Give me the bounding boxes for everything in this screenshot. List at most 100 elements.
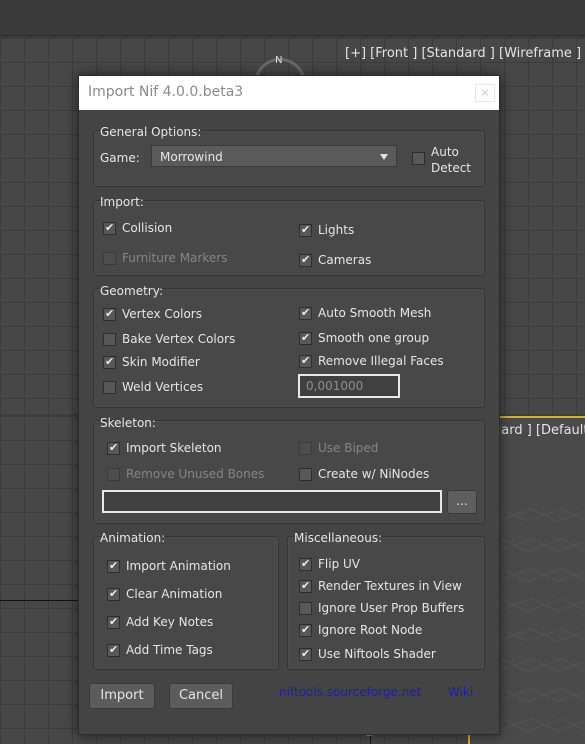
checkbox-box <box>299 441 312 455</box>
weld-threshold-input[interactable]: 0,001000 <box>298 374 400 398</box>
flip-uv-label: Flip UV <box>318 557 360 571</box>
game-select[interactable]: Morrowind <box>151 145 397 167</box>
ignore-user-prop-buffers-label: Ignore User Prop Buffers <box>318 601 465 615</box>
ignore-root-node-label: Ignore Root Node <box>318 623 423 637</box>
game-label: Game: <box>100 151 140 165</box>
import-skeleton-checkbox[interactable]: Import Skeleton <box>107 441 222 455</box>
checkbox-box <box>299 354 312 368</box>
checkbox-box <box>299 579 312 593</box>
horizon-line <box>0 600 80 601</box>
checkbox-box <box>107 559 120 573</box>
chevron-down-icon <box>380 154 388 160</box>
skeleton-path-input[interactable] <box>102 490 442 513</box>
close-button[interactable]: × <box>475 84 495 102</box>
use-niftools-shader-checkbox[interactable]: Use Niftools Shader <box>299 647 436 661</box>
checkbox-box <box>107 643 120 657</box>
remove-illegal-faces-checkbox[interactable]: Remove Illegal Faces <box>299 354 444 368</box>
add-time-tags-label: Add Time Tags <box>126 643 213 657</box>
checkbox-box <box>412 152 425 165</box>
checkbox-box <box>299 306 312 320</box>
checkbox-box <box>107 615 120 629</box>
remove-unused-bones-label: Remove Unused Bones <box>126 467 265 481</box>
import-animation-checkbox[interactable]: Import Animation <box>107 559 231 573</box>
flip-uv-checkbox[interactable]: Flip UV <box>299 557 360 571</box>
skin-modifier-checkbox[interactable]: Skin Modifier <box>103 355 200 369</box>
weld-vertices-label: Weld Vertices <box>122 380 204 394</box>
ignore-user-prop-buffers-checkbox[interactable]: Ignore User Prop Buffers <box>299 601 464 615</box>
add-key-notes-checkbox[interactable]: Add Key Notes <box>107 615 213 629</box>
lights-label: Lights <box>318 223 355 237</box>
dialog-title: Import Nif 4.0.0.beta3 <box>88 84 244 100</box>
viewcube-north-label: N <box>275 55 283 66</box>
skin-modifier-label: Skin Modifier <box>122 355 200 369</box>
use-niftools-shader-label: Use Niftools Shader <box>318 647 436 661</box>
vertex-colors-checkbox[interactable]: Vertex Colors <box>103 307 202 321</box>
clear-animation-label: Clear Animation <box>126 587 223 601</box>
render-textures-in-view-checkbox[interactable]: Render Textures in View <box>299 579 462 593</box>
smooth-one-group-checkbox[interactable]: Smooth one group <box>299 331 429 345</box>
add-key-notes-label: Add Key Notes <box>126 615 214 629</box>
bake-vertex-colors-checkbox[interactable]: Bake Vertex Colors <box>103 332 235 346</box>
import-group-label: Import: <box>100 195 144 209</box>
animation-group-label: Animation: <box>100 531 166 545</box>
auto-smooth-mesh-label: Auto Smooth Mesh <box>318 306 432 320</box>
auto-detect-checkbox[interactable]: Auto Detect <box>412 144 471 176</box>
general-options-label: General Options: <box>100 125 202 139</box>
auto-smooth-mesh-checkbox[interactable]: Auto Smooth Mesh <box>299 306 431 320</box>
weld-vertices-checkbox[interactable]: Weld Vertices <box>103 380 203 394</box>
collision-checkbox[interactable]: Collision <box>103 221 172 235</box>
furniture-markers-label: Furniture Markers <box>122 251 228 265</box>
import-animation-label: Import Animation <box>126 559 231 573</box>
clear-animation-checkbox[interactable]: Clear Animation <box>107 587 222 601</box>
checkbox-box <box>299 647 312 661</box>
cameras-checkbox[interactable]: Cameras <box>299 253 371 267</box>
checkbox-box <box>103 380 116 394</box>
add-time-tags-checkbox[interactable]: Add Time Tags <box>107 643 213 657</box>
collision-label: Collision <box>122 221 173 235</box>
perspective-viewport-label[interactable]: dard ] [Default <box>493 423 585 438</box>
checkbox-box <box>103 332 116 346</box>
checkbox-box <box>299 253 312 267</box>
checkbox-box <box>107 467 120 481</box>
import-button[interactable]: Import <box>89 683 155 709</box>
create-w-ninodes-label: Create w/ NiNodes <box>318 467 430 481</box>
checkbox-box <box>299 557 312 571</box>
dialog-titlebar[interactable]: Import Nif 4.0.0.beta3 × <box>79 76 499 110</box>
checkbox-box <box>103 307 116 321</box>
cameras-label: Cameras <box>318 253 372 267</box>
lights-checkbox[interactable]: Lights <box>299 223 354 237</box>
use-biped-label: Use Biped <box>318 441 379 455</box>
furniture-markers-checkbox[interactable]: Furniture Markers <box>103 251 227 265</box>
smooth-one-group-label: Smooth one group <box>318 331 430 345</box>
create-w-ninodes-checkbox[interactable]: Create w/ NiNodes <box>299 467 429 481</box>
checkbox-box <box>299 467 312 481</box>
remove-illegal-faces-label: Remove Illegal Faces <box>318 354 444 368</box>
remove-unused-bones-checkbox[interactable]: Remove Unused Bones <box>107 467 264 481</box>
cancel-button[interactable]: Cancel <box>169 683 233 709</box>
ignore-root-node-checkbox[interactable]: Ignore Root Node <box>299 623 422 637</box>
checkbox-box <box>299 601 312 615</box>
checkbox-box <box>107 587 120 601</box>
use-biped-checkbox[interactable]: Use Biped <box>299 441 378 455</box>
checkbox-box <box>299 331 312 345</box>
checkbox-box <box>103 221 116 235</box>
checkbox-box <box>103 355 116 369</box>
front-viewport-label[interactable]: [+] [Front ] [Standard ] [Wireframe ] <box>345 46 581 61</box>
game-select-value: Morrowind <box>160 150 223 164</box>
viewport-toolbar <box>0 0 585 36</box>
render-textures-in-view-label: Render Textures in View <box>318 579 462 593</box>
checkbox-box <box>299 623 312 637</box>
miscellaneous-group-label: Miscellaneous: <box>294 531 383 545</box>
checkbox-box <box>299 223 312 237</box>
checkbox-box <box>107 441 120 455</box>
niftools-site-link[interactable]: niftools.sourceforge.net <box>279 685 421 699</box>
bake-vertex-colors-label: Bake Vertex Colors <box>122 332 236 346</box>
vertex-colors-label: Vertex Colors <box>122 307 202 321</box>
import-skeleton-label: Import Skeleton <box>126 441 222 455</box>
browse-skeleton-button[interactable]: ... <box>447 490 477 514</box>
checkbox-box <box>103 251 116 265</box>
geometry-group-label: Geometry: <box>100 284 164 298</box>
wiki-link[interactable]: Wiki <box>448 685 473 699</box>
skeleton-group-label: Skeleton: <box>100 416 156 430</box>
auto-detect-label: Auto Detect <box>431 145 472 175</box>
